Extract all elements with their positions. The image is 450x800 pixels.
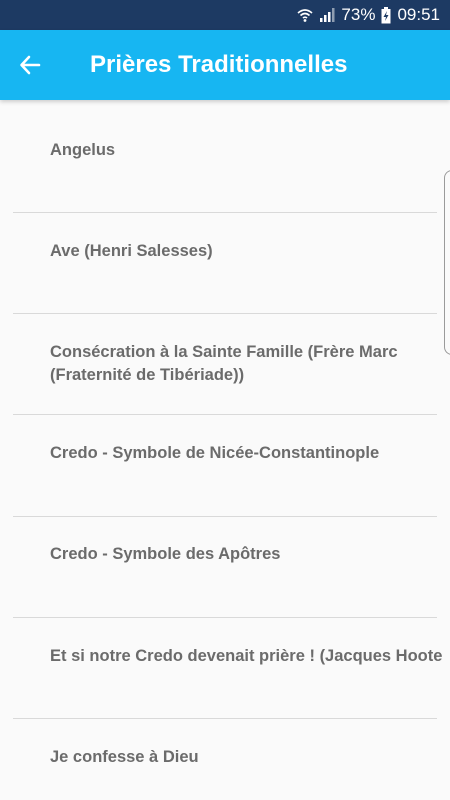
list-item-label: Je confesse à Dieu: [50, 748, 199, 766]
app-bar: Prières Traditionnelles: [0, 30, 450, 100]
battery-charging-icon: [381, 6, 391, 24]
list-item-label: Credo - Symbole des Apôtres: [50, 545, 281, 563]
list-item-label: Ave (Henri Salesses): [50, 242, 213, 260]
list-item-credo-priere[interactable]: Et si notre Credo devenait prière ! (Jac…: [0, 606, 450, 707]
list-item-credo-apotres[interactable]: Credo - Symbole des Apôtres: [0, 504, 450, 605]
list-item-label: Et si notre Credo devenait prière ! (Jac…: [50, 647, 443, 665]
page-title: Prières Traditionnelles: [90, 51, 348, 78]
prayer-list[interactable]: Angelus Ave (Henri Salesses) Consécratio…: [0, 100, 450, 800]
list-item-credo-nicee[interactable]: Credo - Symbole de Nicée-Constantinople: [0, 403, 450, 504]
list-item-consecration[interactable]: Consécration à la Sainte Famille (Frère …: [0, 302, 450, 403]
side-panel-handle[interactable]: [444, 170, 450, 355]
status-bar: 73% 09:51: [0, 0, 450, 30]
arrow-left-icon: [20, 55, 41, 75]
back-button[interactable]: [0, 30, 60, 100]
list-item-ave[interactable]: Ave (Henri Salesses): [0, 201, 450, 302]
signal-icon: [319, 7, 335, 23]
list-item-je-confesse[interactable]: Je confesse à Dieu: [0, 707, 450, 800]
list-item-label: Credo - Symbole de Nicée-Constantinople: [50, 444, 380, 462]
list-item-label: Angelus: [50, 141, 116, 159]
battery-percent: 73%: [341, 5, 376, 24]
clock: 09:51: [397, 5, 440, 24]
wifi-icon: [297, 7, 313, 23]
list-item-label: Consécration à la Sainte Famille (Frère …: [50, 343, 398, 384]
list-item-angelus[interactable]: Angelus: [0, 100, 450, 201]
